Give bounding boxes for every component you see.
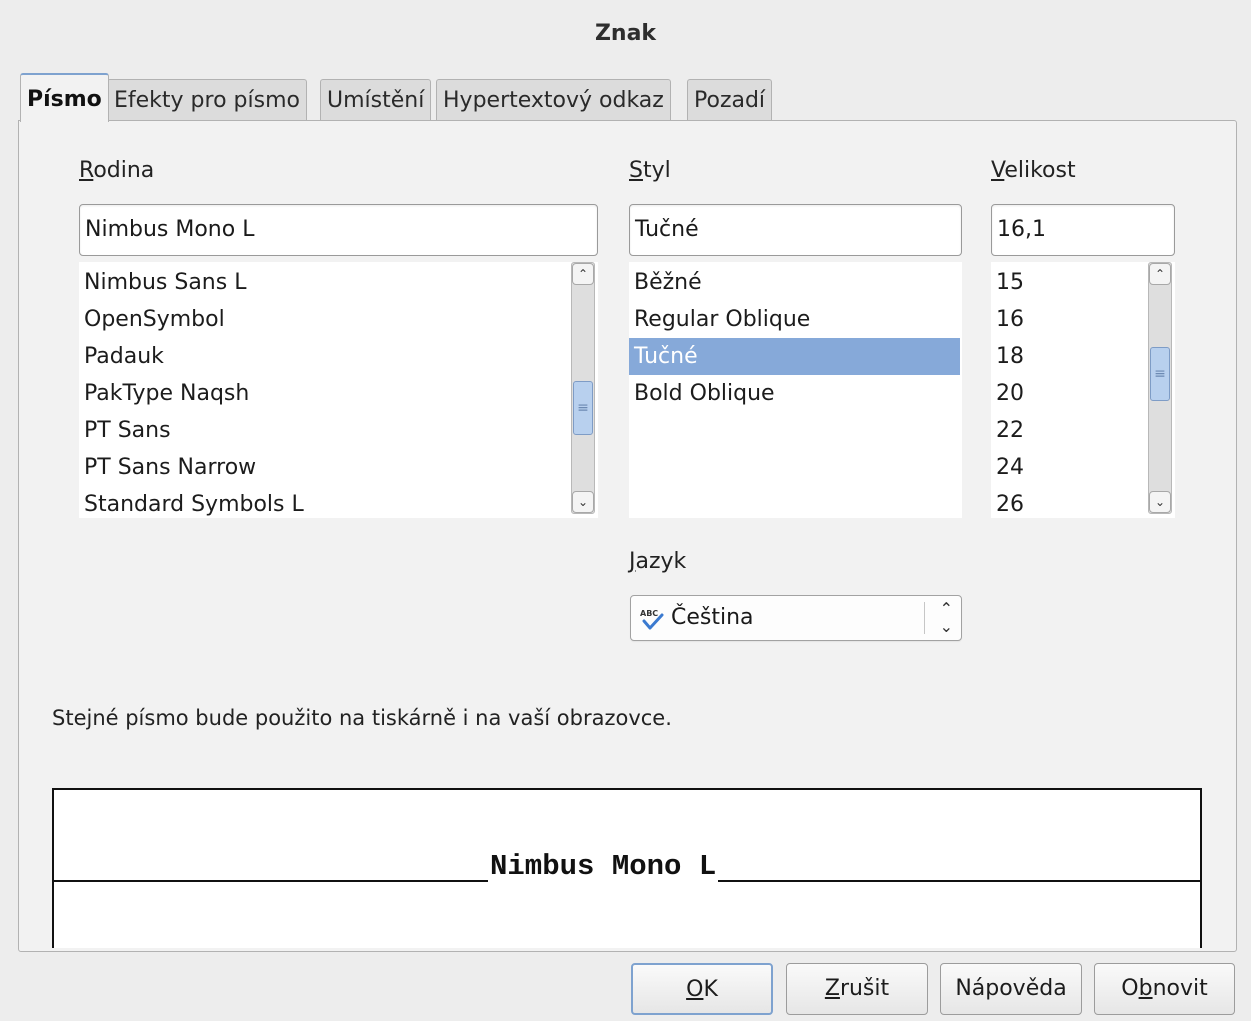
list-item[interactable]: OpenSymbol [79,301,225,338]
list-item[interactable]: 18 [991,338,1024,375]
scroll-down-icon[interactable]: ⌄ [1149,491,1171,513]
list-item[interactable]: Nimbus Sans L [79,264,246,301]
family-label: Rodina [79,158,155,183]
language-value: Čeština [671,605,754,630]
list-item[interactable]: Regular Oblique [629,301,960,338]
list-item[interactable]: Běžné [629,264,960,301]
style-input[interactable]: Tučné [629,204,962,256]
spellcheck-icon: ABC [640,609,664,630]
family-scrollbar[interactable]: ⌃ ≡ ⌄ [571,262,595,514]
list-item[interactable]: Standard Symbols L [79,486,304,518]
tab-hyperlink[interactable]: Hypertextový odkaz [436,79,671,121]
updown-chevron-icon: ⌃ ⌄ [939,599,953,636]
font-preview: Nimbus Mono L [52,788,1202,948]
language-label: Jazyk [629,549,687,574]
style-list[interactable]: Běžné Regular Oblique Tučné Bold Oblique [629,262,962,518]
cancel-button[interactable]: Zrušit [786,963,928,1015]
scroll-up-icon[interactable]: ⌃ [572,263,594,285]
tab-font-effects[interactable]: Efekty pro písmo [107,79,307,121]
tab-background[interactable]: Pozadí [687,79,773,121]
family-list[interactable]: Nimbus Sans L OpenSymbol Padauk PakType … [79,262,598,518]
window-title: Znak [594,21,657,46]
list-item[interactable]: 24 [991,449,1024,486]
ok-button[interactable]: OK [631,963,773,1015]
size-label: Velikost [991,158,1076,183]
family-input[interactable]: Nimbus Mono L [79,204,598,256]
help-button[interactable]: Nápověda [940,963,1082,1015]
size-scrollbar[interactable]: ⌃ ≡ ⌄ [1148,262,1172,514]
reset-button[interactable]: Obnovit [1094,963,1235,1015]
list-item[interactable]: PakType Naqsh [79,375,249,412]
scroll-up-icon[interactable]: ⌃ [1149,263,1171,285]
list-item[interactable]: 16 [991,301,1024,338]
font-info-text: Stejné písmo bude použito na tiskárně i … [52,706,672,730]
tab-font[interactable]: Písmo [20,73,109,122]
scroll-thumb[interactable]: ≡ [573,381,593,435]
list-item[interactable]: PT Sans [79,412,171,449]
combo-separator [924,602,925,634]
scroll-thumb[interactable]: ≡ [1150,347,1170,401]
list-item-selected[interactable]: Tučné [629,338,960,375]
preview-text: Nimbus Mono L [488,850,719,883]
svg-text:ABC: ABC [640,609,658,618]
list-item[interactable]: 20 [991,375,1024,412]
list-item[interactable]: PT Sans Narrow [79,449,256,486]
language-select[interactable]: ABC Čeština ⌃ ⌄ [630,595,962,641]
size-input[interactable]: 16,1 [991,204,1175,256]
style-label: Styl [629,158,671,183]
scroll-down-icon[interactable]: ⌄ [572,491,594,513]
list-item[interactable]: 15 [991,264,1024,301]
list-item[interactable]: 22 [991,412,1024,449]
list-item[interactable]: Padauk [79,338,164,375]
tab-position[interactable]: Umístění [320,79,432,121]
list-item[interactable]: Bold Oblique [629,375,960,412]
list-item[interactable]: 26 [991,486,1024,518]
